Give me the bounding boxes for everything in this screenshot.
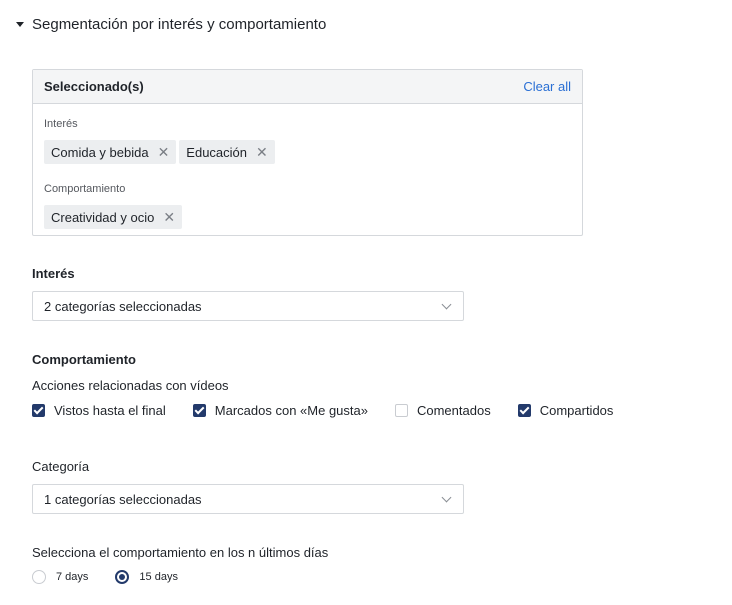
selected-tags-behavior: Creatividad y ocio ✕ <box>44 205 183 229</box>
chevron-down-icon <box>441 492 452 502</box>
checkbox-checked-icon[interactable] <box>192 403 206 417</box>
checkbox-unchecked-icon[interactable] <box>394 403 408 417</box>
checkbox-shared[interactable]: Compartidos <box>517 402 614 418</box>
checkbox-watched-to-end[interactable]: Vistos hasta el final <box>32 403 166 418</box>
section-toggle[interactable]: Segmentación por interés y comportamient… <box>16 14 326 34</box>
period-radio-group: 7 days 15 days <box>32 568 205 586</box>
video-actions-checkboxes: Vistos hasta el final Marcados con «Me g… <box>32 401 640 419</box>
period-label: Selecciona el comportamiento en los n úl… <box>32 545 329 560</box>
selected-panel: Seleccionado(s) Clear all Interés Comida… <box>32 69 583 236</box>
chevron-down-icon <box>441 299 452 309</box>
radio-selected-icon[interactable] <box>115 570 130 584</box>
radio-label: 15 days <box>139 571 178 583</box>
checkbox-label: Comentados <box>416 402 491 418</box>
checkbox-checked-icon[interactable] <box>32 403 45 417</box>
checkbox-label: Compartidos <box>539 402 614 418</box>
selected-panel-header: Seleccionado(s) Clear all <box>33 70 582 104</box>
radio-15-days[interactable]: 15 days <box>115 570 178 584</box>
selected-tag: Comida y bebida ✕ <box>44 140 177 164</box>
behavior-label: Comportamiento <box>32 352 136 367</box>
selected-tag: Creatividad y ocio ✕ <box>44 205 183 229</box>
radio-label: 7 days <box>56 571 89 583</box>
radio-7-days[interactable]: 7 days <box>32 570 88 584</box>
checkbox-label: Marcados con «Me gusta» <box>214 402 368 418</box>
caret-down-icon <box>16 21 24 27</box>
section-title: Segmentación por interés y comportamient… <box>32 15 327 33</box>
clear-all-link[interactable]: Clear all <box>523 79 571 94</box>
selected-group-label-behavior: Comportamiento <box>44 183 126 195</box>
remove-tag-icon[interactable]: ✕ <box>158 145 170 159</box>
checkbox-liked[interactable]: Marcados con «Me gusta» <box>192 402 368 418</box>
tag-label: Creatividad y ocio <box>51 209 155 225</box>
checkbox-checked-icon[interactable] <box>517 403 531 417</box>
selected-tags-interest: Comida y bebida ✕ Educación ✕ <box>44 140 275 164</box>
category-select[interactable]: 1 categorías seleccionadas <box>32 484 464 514</box>
tag-label: Educación <box>186 144 248 160</box>
radio-unselected-icon[interactable] <box>32 570 46 584</box>
remove-tag-icon[interactable]: ✕ <box>256 145 268 159</box>
selected-tag: Educación ✕ <box>179 140 275 164</box>
remove-tag-icon[interactable]: ✕ <box>163 210 175 224</box>
selected-group-label-interest: Interés <box>44 118 78 130</box>
interest-select-value: 2 categorías seleccionadas <box>44 298 202 314</box>
interest-select[interactable]: 2 categorías seleccionadas <box>32 291 464 321</box>
category-select-value: 1 categorías seleccionadas <box>44 491 202 507</box>
video-actions-label: Acciones relacionadas con vídeos <box>32 378 229 393</box>
checkbox-commented[interactable]: Comentados <box>394 402 491 418</box>
category-label: Categoría <box>32 459 90 474</box>
interest-label: Interés <box>32 266 75 281</box>
checkbox-label: Vistos hasta el final <box>54 402 166 418</box>
selected-panel-title: Seleccionado(s) <box>44 79 144 94</box>
tag-label: Comida y bebida <box>51 144 149 160</box>
